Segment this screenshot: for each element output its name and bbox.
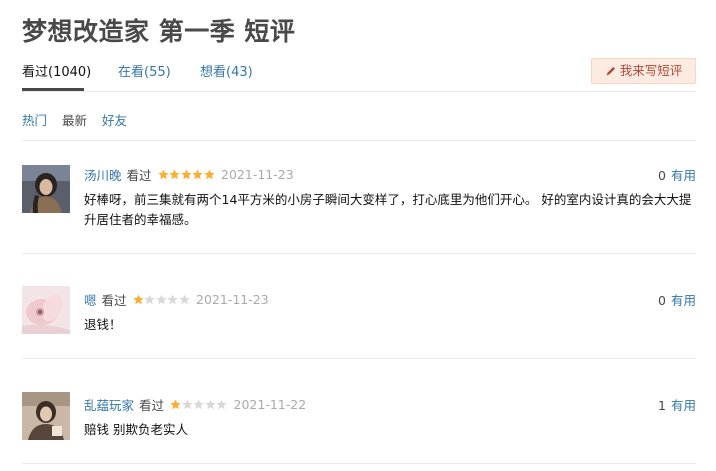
avatar[interactable] [22,286,70,334]
vote-area: 0 有用 [658,290,696,309]
review-divider [22,463,696,464]
tab-watched[interactable]: 看过(1040) [22,61,91,80]
review-status: 看过 [139,398,165,413]
star-icon [170,399,181,410]
star-icon [180,169,192,180]
rating-stars [132,294,191,305]
review-meta: 乱蕴玩家 看过 2021-11-22 [84,395,306,414]
useful-button[interactable]: 有用 [671,293,696,308]
review-date: 2021-11-22 [233,397,307,412]
avatar[interactable] [22,392,70,440]
review-username[interactable]: 汤川晚 [84,165,122,184]
star-icon [193,399,204,410]
vote-area: 1 有用 [658,395,696,414]
useful-button[interactable]: 有用 [671,398,696,413]
page-title: 梦想改造家 第一季 短评 [22,17,296,46]
star-icon [132,294,144,305]
review-divider [22,253,696,254]
rating-stars [170,399,228,410]
review-content: 退钱！ [84,317,122,332]
avatar[interactable] [22,165,70,213]
review-meta: 嗯 看过 2021-11-23 [84,290,269,309]
review-username[interactable]: 嗯 [84,290,97,309]
review-username[interactable]: 乱蕴玩家 [84,395,134,414]
filter-latest[interactable]: 最新 [62,110,87,129]
vote-count: 0 [658,168,666,183]
review-date: 2021-11-23 [221,167,294,182]
write-review-button[interactable]: 我来写短评 [591,58,696,84]
tab-wish[interactable]: 想看(43) [200,61,253,80]
filter-hot[interactable]: 热门 [22,110,47,129]
vote-area: 0 有用 [658,165,696,184]
star-icon [157,169,169,180]
star-icon [192,169,203,180]
tabs-divider [22,91,696,92]
pencil-icon [606,67,615,76]
review-content: 赔钱 别欺负老实人 [84,422,188,437]
review-date: 2021-11-23 [196,292,269,307]
review-status: 看过 [126,168,152,183]
star-icon [203,169,215,180]
tab-watching[interactable]: 在看(55) [118,61,171,80]
vote-count: 1 [658,398,666,413]
filter-friends[interactable]: 好友 [102,110,127,129]
star-icon [155,294,167,305]
useful-button[interactable]: 有用 [671,168,696,183]
review-status: 看过 [101,293,127,308]
write-review-label: 我来写短评 [619,63,683,78]
review-content: 好棒呀，前三集就有两个14平方米的小房子瞬间大变样了，打心底里为他们开心。 好的… [84,192,692,227]
star-icon [216,399,227,410]
filters-divider [22,140,696,141]
rating-stars [157,169,216,180]
star-icon [169,169,180,180]
review-meta: 汤川晚 看过 2021-11-23 [84,165,294,184]
star-icon [181,399,193,410]
vote-count: 0 [658,293,666,308]
star-icon [204,399,216,410]
star-icon [167,294,178,305]
review-divider [22,358,696,359]
star-icon [178,294,190,305]
star-icon [144,294,155,305]
